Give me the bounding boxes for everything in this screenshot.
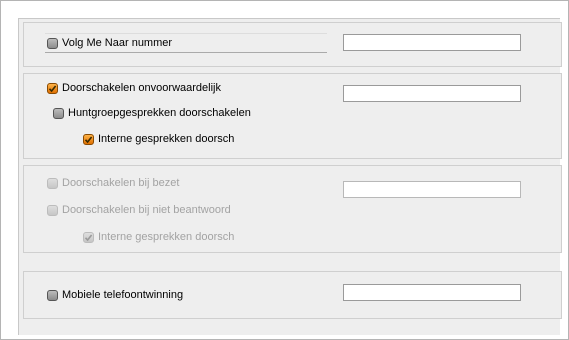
mobile-option[interactable]: Mobiele telefoontwinning bbox=[47, 287, 183, 303]
follow-me-checkbox[interactable] bbox=[47, 37, 58, 49]
busy-internal-checkbox[interactable] bbox=[83, 231, 94, 243]
forward-huntgroup-label: Huntgroepgesprekken doorschakelen bbox=[68, 107, 251, 119]
forward-busy-option[interactable]: Doorschakelen bij bezet bbox=[47, 175, 179, 191]
forward-unconditional-checkbox[interactable] bbox=[47, 82, 58, 94]
mobile-checkbox[interactable] bbox=[47, 289, 58, 301]
forward-noanswer-label: Doorschakelen bij niet beantwoord bbox=[62, 204, 231, 216]
forward-unconditional-input[interactable] bbox=[343, 85, 521, 102]
busy-internal-label: Interne gesprekken doorsch bbox=[98, 231, 235, 243]
forward-noanswer-checkbox[interactable] bbox=[47, 204, 58, 216]
forward-internal-label: Interne gesprekken doorsch bbox=[98, 133, 235, 145]
follow-me-option[interactable]: Volg Me Naar nummer bbox=[47, 35, 172, 51]
forward-busy-checkbox[interactable] bbox=[47, 177, 58, 189]
forward-busy-label: Doorschakelen bij bezet bbox=[62, 177, 180, 189]
forward-internal-option[interactable]: Interne gesprekken doorsch bbox=[83, 131, 234, 147]
mobile-label: Mobiele telefoontwinning bbox=[62, 289, 184, 301]
forward-internal-checkbox[interactable] bbox=[83, 133, 94, 145]
forward-huntgroup-option[interactable]: Huntgroepgesprekken doorschakelen bbox=[53, 105, 251, 121]
follow-me-number-input[interactable] bbox=[343, 34, 521, 51]
forward-unconditional-option[interactable]: Doorschakelen onvoorwaardelijk bbox=[47, 80, 221, 96]
forward-unconditional-label: Doorschakelen onvoorwaardelijk bbox=[62, 82, 221, 94]
forward-noanswer-option[interactable]: Doorschakelen bij niet beantwoord bbox=[47, 202, 231, 218]
forward-huntgroup-checkbox[interactable] bbox=[53, 107, 64, 119]
busy-internal-option[interactable]: Interne gesprekken doorsch bbox=[83, 229, 234, 245]
mobile-number-input[interactable] bbox=[343, 284, 521, 301]
forward-busy-input[interactable] bbox=[343, 181, 521, 198]
follow-me-label: Volg Me Naar nummer bbox=[62, 37, 173, 49]
